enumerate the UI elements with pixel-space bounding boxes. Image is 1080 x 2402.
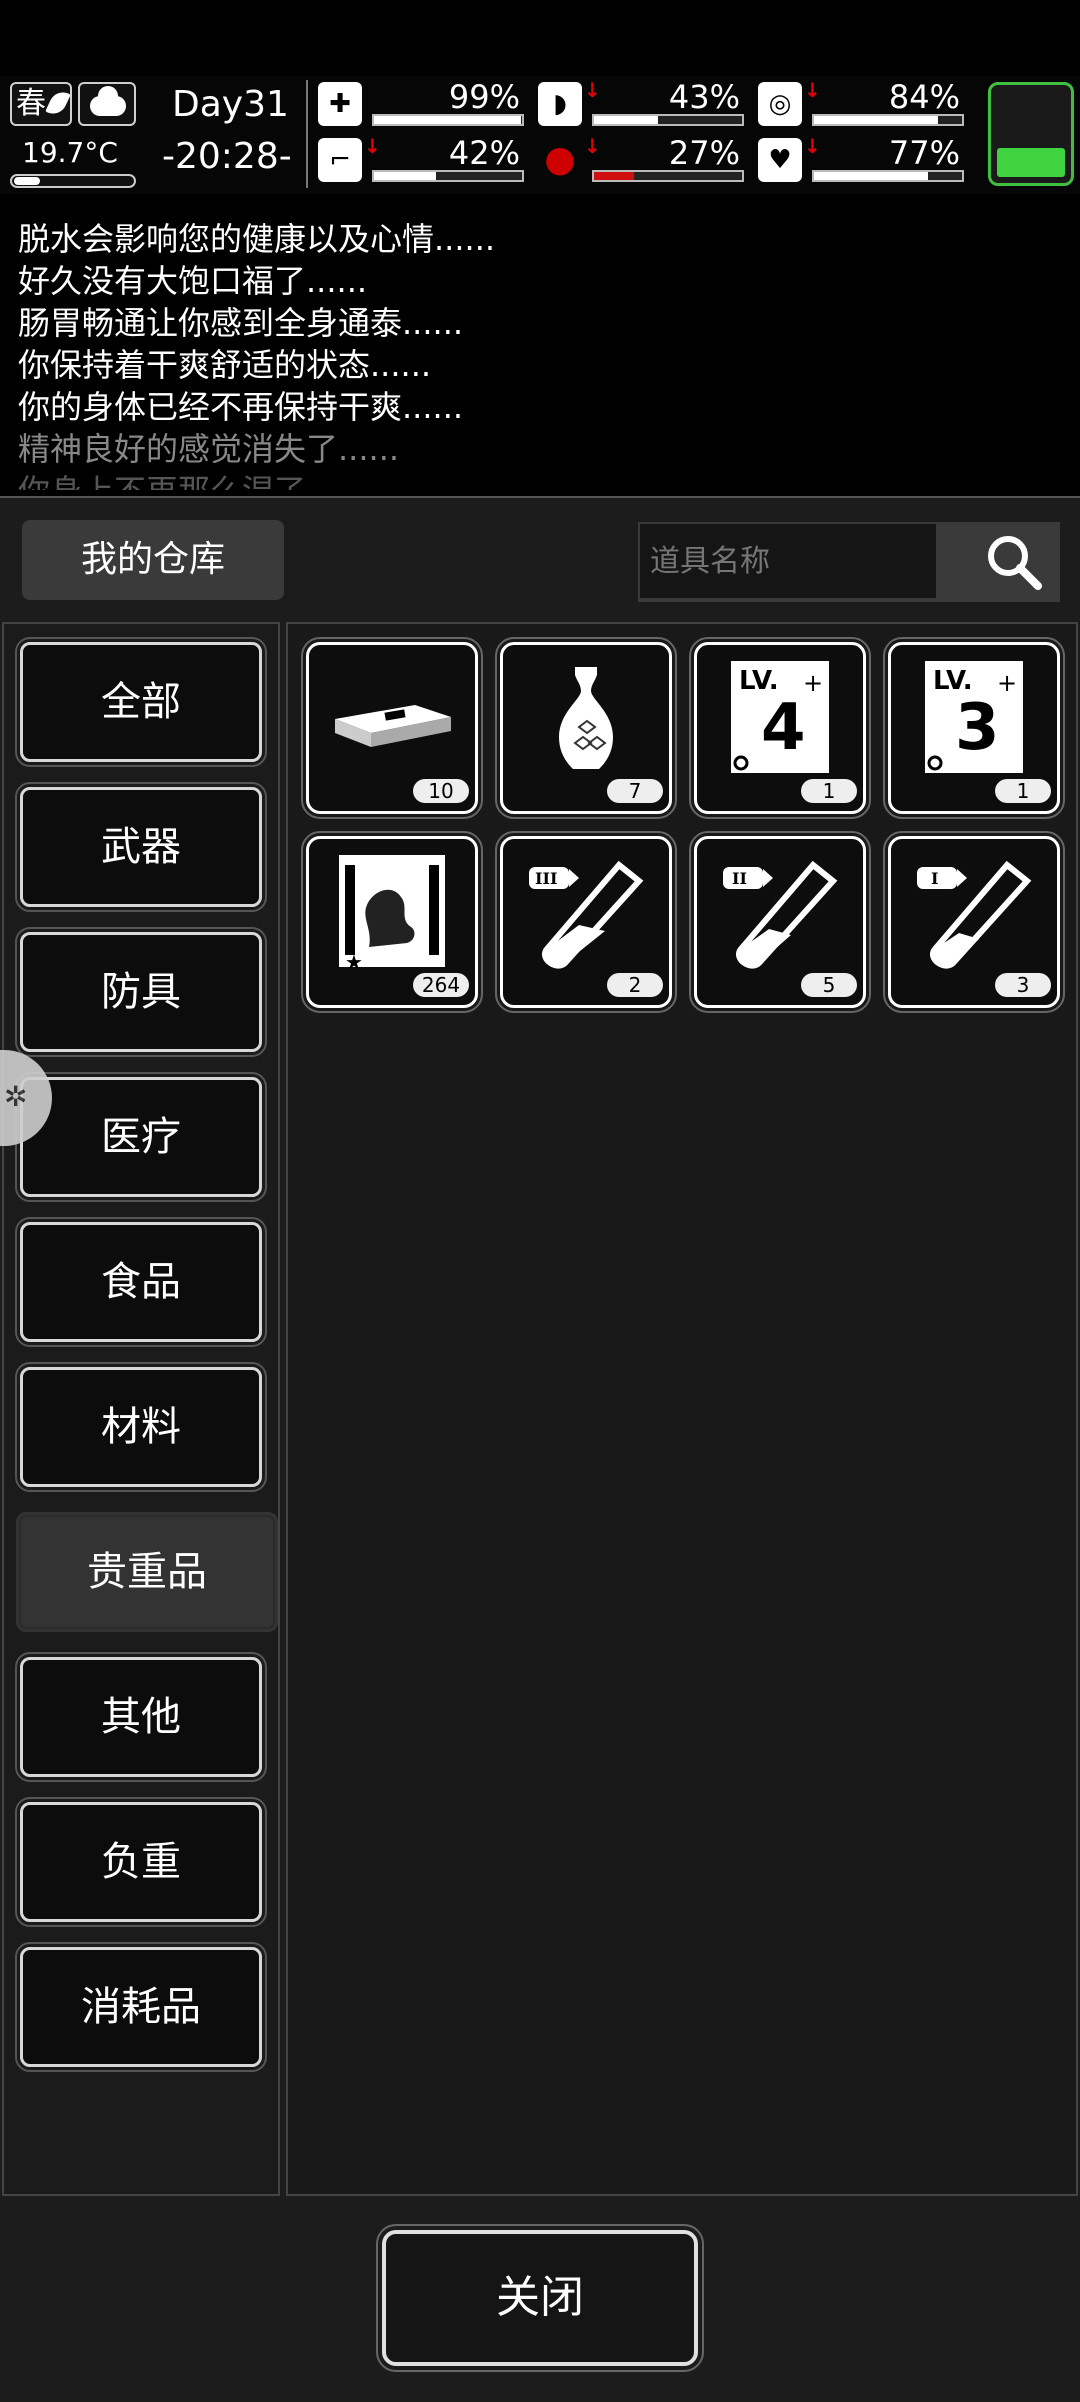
- stat-blood-value: 27%: [668, 134, 740, 172]
- stat-mood-bar: [812, 170, 964, 182]
- log-line: 好久没有大饱口福了......: [18, 262, 368, 300]
- battery-indicator: [988, 82, 1074, 186]
- stat-thirst-value: 84%: [888, 78, 960, 116]
- search-icon[interactable]: [984, 532, 1044, 592]
- message-log: 脱水会影响您的健康以及心情...... 好久没有大饱口福了...... 肠胃畅通…: [0, 210, 1080, 490]
- item-slot[interactable]: LV. + 3 1: [883, 637, 1065, 819]
- item-slot[interactable]: I 3: [883, 831, 1065, 1013]
- hud-divider: [306, 80, 308, 188]
- item-slot[interactable]: III 2: [495, 831, 677, 1013]
- stat-blood: ● ↓ 27%: [538, 134, 748, 184]
- cash-bundle-icon: [335, 705, 451, 747]
- category-sidebar: 全部 武器 防具 医疗 食品 材料 贵重品 其他 负重 消耗品: [2, 622, 280, 2196]
- skill-book-lv4-icon: LV. + 4: [731, 661, 829, 773]
- stomach-icon: ◗: [538, 82, 582, 126]
- stat-blood-bar: [592, 170, 744, 182]
- item-slot[interactable]: 10: [301, 637, 483, 819]
- log-line: 肠胃畅通让你感到全身通泰......: [18, 304, 464, 342]
- stat-health-value: 99%: [448, 78, 520, 116]
- item-slot[interactable]: LV. + 4 1: [689, 637, 871, 819]
- tube-tier-label: III: [535, 869, 557, 888]
- item-grid: 10 7 LV. + 4 1 LV. + 3 1 ★ 264 III 2 II …: [286, 622, 1078, 2196]
- category-all[interactable]: 全部: [15, 637, 267, 767]
- warehouse-title: 我的仓库: [22, 520, 284, 600]
- heart-icon: ♥: [758, 138, 802, 182]
- stat-health: ✚ 99%: [318, 78, 528, 128]
- water-can-icon: ◎: [758, 82, 802, 126]
- stat-hunger-value: 43%: [668, 78, 740, 116]
- stat-stamina-bar: [372, 170, 524, 182]
- tube-tier-label: I: [931, 869, 938, 888]
- category-medical[interactable]: 医疗: [15, 1072, 267, 1202]
- book-level-number: 4: [761, 691, 806, 765]
- medkit-icon: ✚: [318, 82, 362, 126]
- stat-hunger-bar: [592, 114, 744, 126]
- svg-text:+: +: [997, 669, 1017, 697]
- item-count: 10: [413, 779, 469, 803]
- season-indicator: 春: [10, 82, 72, 126]
- log-line: 你保持着干爽舒适的状态......: [18, 346, 432, 384]
- item-slot[interactable]: 7: [495, 637, 677, 819]
- item-count: 3: [995, 973, 1051, 997]
- category-load[interactable]: 负重: [15, 1797, 267, 1927]
- stat-hunger: ◗ ↓ 43%: [538, 78, 748, 128]
- item-slot[interactable]: II 5: [689, 831, 871, 1013]
- category-armor[interactable]: 防具: [15, 927, 267, 1057]
- gear-icon: ✲: [4, 1080, 28, 1113]
- blood-drop-icon: ●: [544, 139, 576, 180]
- day-counter: Day31: [172, 84, 289, 125]
- stat-stamina: ⌐ ↓ 42%: [318, 134, 528, 184]
- book-level-number: 3: [955, 691, 1000, 765]
- zombie-card-icon: ★: [339, 855, 445, 973]
- log-line: 脱水会影响您的健康以及心情......: [18, 220, 496, 258]
- item-count: 1: [801, 779, 857, 803]
- down-arrow-icon: ↓: [364, 134, 381, 158]
- game-clock: -20:28-: [162, 136, 292, 177]
- svg-text:★: ★: [345, 950, 363, 973]
- down-arrow-icon: ↓: [804, 134, 821, 158]
- temperature-readout: 19.7°C: [22, 136, 118, 169]
- vase-icon: [559, 667, 613, 769]
- item-slot[interactable]: ★ 264: [301, 831, 483, 1013]
- weather-cloud-icon: [78, 82, 136, 126]
- category-valuables[interactable]: 贵重品: [16, 1512, 278, 1632]
- status-hud: 春 19.7°C Day31 -20:28- ✚ 99% ◗ ↓ 43% ◎ ↓…: [0, 76, 1080, 194]
- test-tube-i-icon: I: [917, 860, 1032, 969]
- down-arrow-icon: ↓: [584, 78, 601, 102]
- category-food[interactable]: 食品: [15, 1217, 267, 1347]
- stat-health-bar: [372, 114, 524, 126]
- warehouse-panel: 我的仓库 全部 武器 防具 医疗 食品 材料 贵重品 其他 负重 消耗品 10: [0, 496, 1080, 2402]
- stat-mood: ♥ ↓ 77%: [758, 134, 968, 184]
- category-other[interactable]: 其他: [15, 1652, 267, 1782]
- item-count: 7: [607, 779, 663, 803]
- stat-thirst: ◎ ↓ 84%: [758, 78, 968, 128]
- leaf-icon: [45, 87, 71, 119]
- close-button[interactable]: 关闭: [376, 2224, 704, 2372]
- item-count: 1: [995, 779, 1051, 803]
- category-weapons[interactable]: 武器: [15, 782, 267, 912]
- svg-text:+: +: [803, 669, 823, 697]
- down-arrow-icon: ↓: [804, 78, 821, 102]
- category-consumables[interactable]: 消耗品: [15, 1942, 267, 2072]
- season-label: 春: [16, 86, 46, 121]
- stat-stamina-value: 42%: [448, 134, 520, 172]
- log-line: 你身上不再那么湿了......: [18, 466, 367, 490]
- log-line: 精神良好的感觉消失了......: [18, 430, 400, 468]
- test-tube-iii-icon: III: [529, 860, 644, 969]
- skill-book-lv3-icon: LV. + 3: [925, 661, 1023, 773]
- search-bar: [638, 522, 1060, 602]
- down-arrow-icon: ↓: [584, 134, 601, 158]
- item-count: 264: [413, 973, 469, 997]
- stat-mood-value: 77%: [888, 134, 960, 172]
- test-tube-ii-icon: II: [723, 860, 838, 969]
- item-count: 2: [607, 973, 663, 997]
- boot-icon: ⌐: [318, 138, 362, 182]
- tube-tier-label: II: [732, 869, 747, 888]
- stat-thirst-bar: [812, 114, 964, 126]
- item-count: 5: [801, 973, 857, 997]
- temperature-bar: [10, 174, 136, 188]
- search-input[interactable]: [640, 524, 936, 598]
- log-line: 你的身体已经不再保持干爽......: [18, 388, 464, 426]
- category-materials[interactable]: 材料: [15, 1362, 267, 1492]
